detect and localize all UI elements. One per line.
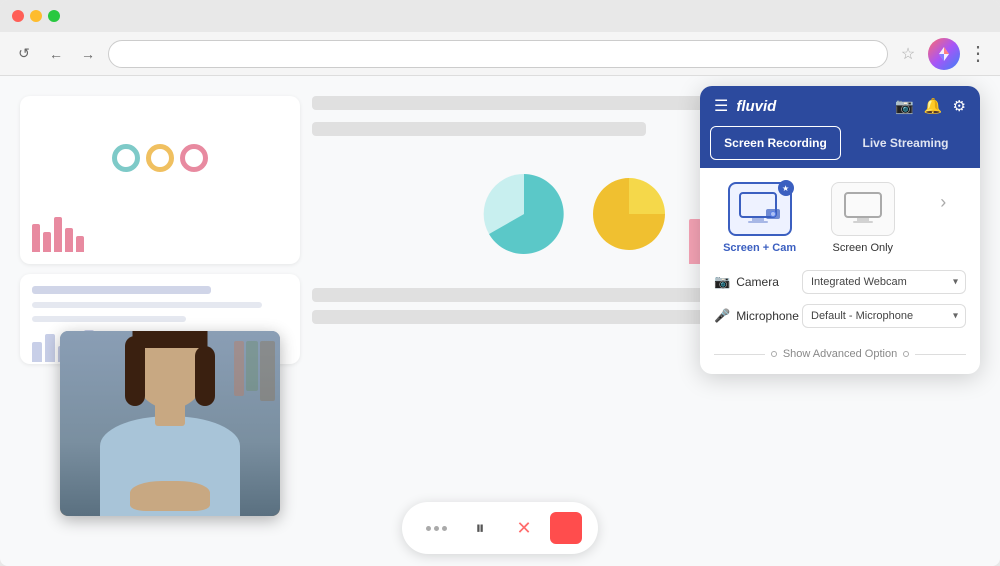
content-line-4 [312,310,713,324]
minimize-button[interactable] [30,10,42,22]
microphone-field-label: 🎤 Microphone [714,308,794,324]
panel-tabs: Screen Recording Live Streaming [700,126,980,168]
back-button[interactable]: ← [44,42,68,66]
advanced-line-left [714,354,765,355]
camera-select-wrapper[interactable]: Integrated Webcam ▾ [802,270,966,294]
browser-window: ↺ ← → ☆ ⋮ [0,0,1000,566]
screen-cam-icon-wrapper: ★ [728,182,792,236]
mini-bar-1 [32,342,42,362]
advanced-options-row[interactable]: Show Advanced Option [714,348,966,360]
bar-2 [43,232,51,252]
teal-pie-chart [479,169,569,259]
donut-1 [112,144,140,172]
dot-2 [434,526,439,531]
camera-field-row: 📷 Camera Integrated Webcam ▾ [714,270,966,294]
screen-cam-label: Screen + Cam [723,242,796,254]
cancel-button[interactable]: ✕ [506,510,542,546]
camera-field-label: 📷 Camera [714,274,794,290]
advanced-line-right [915,354,966,355]
screen-only-icon-wrapper [831,182,895,236]
webcam-video [60,331,280,516]
microphone-icon: 🎤 [714,308,730,324]
screen-cam-icon [738,191,782,227]
advanced-options-label: Show Advanced Option [783,348,897,360]
panel-header-right: 📷 🔔 ⚙ [895,97,966,115]
donut-2 [146,144,174,172]
camera-header-icon[interactable]: 📷 [895,97,914,115]
recording-controls: ⏸ ✕ [402,502,598,554]
donut-3 [180,144,208,172]
hamburger-icon[interactable]: ☰ [714,96,728,116]
tab-screen-recording[interactable]: Screen Recording [710,126,841,160]
close-button[interactable] [12,10,24,22]
maximize-button[interactable] [48,10,60,22]
microphone-select-wrapper[interactable]: Default - Microphone ▾ [802,304,966,328]
bar-3 [54,217,62,252]
fluvid-logo: fluvid [736,98,776,115]
browser-toolbar: ↺ ← → ☆ ⋮ [0,32,1000,76]
microphone-field-row: 🎤 Microphone Default - Microphone ▾ [714,304,966,328]
stop-button[interactable] [550,512,582,544]
bell-icon[interactable]: 🔔 [924,97,943,115]
dot-1 [426,526,431,531]
reload-button[interactable]: ↺ [12,42,36,66]
panel-header-left: ☰ fluvid [714,96,776,116]
camera-icon: 📷 [714,274,730,290]
pause-button[interactable]: ⏸ [462,510,498,546]
widget-card-1 [20,96,300,264]
bookmark-icon[interactable]: ☆ [896,42,920,66]
content-line-2 [312,122,646,136]
dot-3 [442,526,447,531]
advanced-dot-left [771,351,777,357]
screen-only-icon [841,191,885,227]
forward-button[interactable]: → [76,42,100,66]
webcam-overlay [60,331,280,516]
mode-screen-only[interactable]: Screen Only [817,182,908,254]
camera-select[interactable]: Integrated Webcam [802,270,966,294]
microphone-select[interactable]: Default - Microphone [802,304,966,328]
left-sidebar [20,96,300,364]
bar-4 [65,228,73,252]
mode-selector: ★ [714,182,966,254]
extension-button[interactable] [928,38,960,70]
address-bar[interactable] [108,40,888,68]
more-options-button[interactable] [418,510,454,546]
tab-live-streaming[interactable]: Live Streaming [841,126,970,160]
fluvid-panel: ☰ fluvid 📷 🔔 ⚙ Screen Recording Live Str… [700,86,980,374]
browser-menu-icon[interactable]: ⋮ [968,41,988,66]
mode-more: › [920,182,966,213]
yellow-pie-chart [589,174,669,254]
settings-icon[interactable]: ⚙ [953,97,966,115]
badge-star: ★ [778,180,794,196]
mode-screen-cam[interactable]: ★ [714,182,805,254]
screen-only-label: Screen Only [833,242,894,254]
bar-5 [76,236,84,252]
bar-1 [32,224,40,252]
advanced-dot-right [903,351,909,357]
browser-content: ⏸ ✕ ☰ fluvid 📷 🔔 ⚙ Screen Recording [0,76,1000,566]
panel-header: ☰ fluvid 📷 🔔 ⚙ [700,86,980,126]
browser-titlebar [0,0,1000,32]
mini-bar-2 [45,334,55,362]
panel-body: ★ [700,168,980,374]
